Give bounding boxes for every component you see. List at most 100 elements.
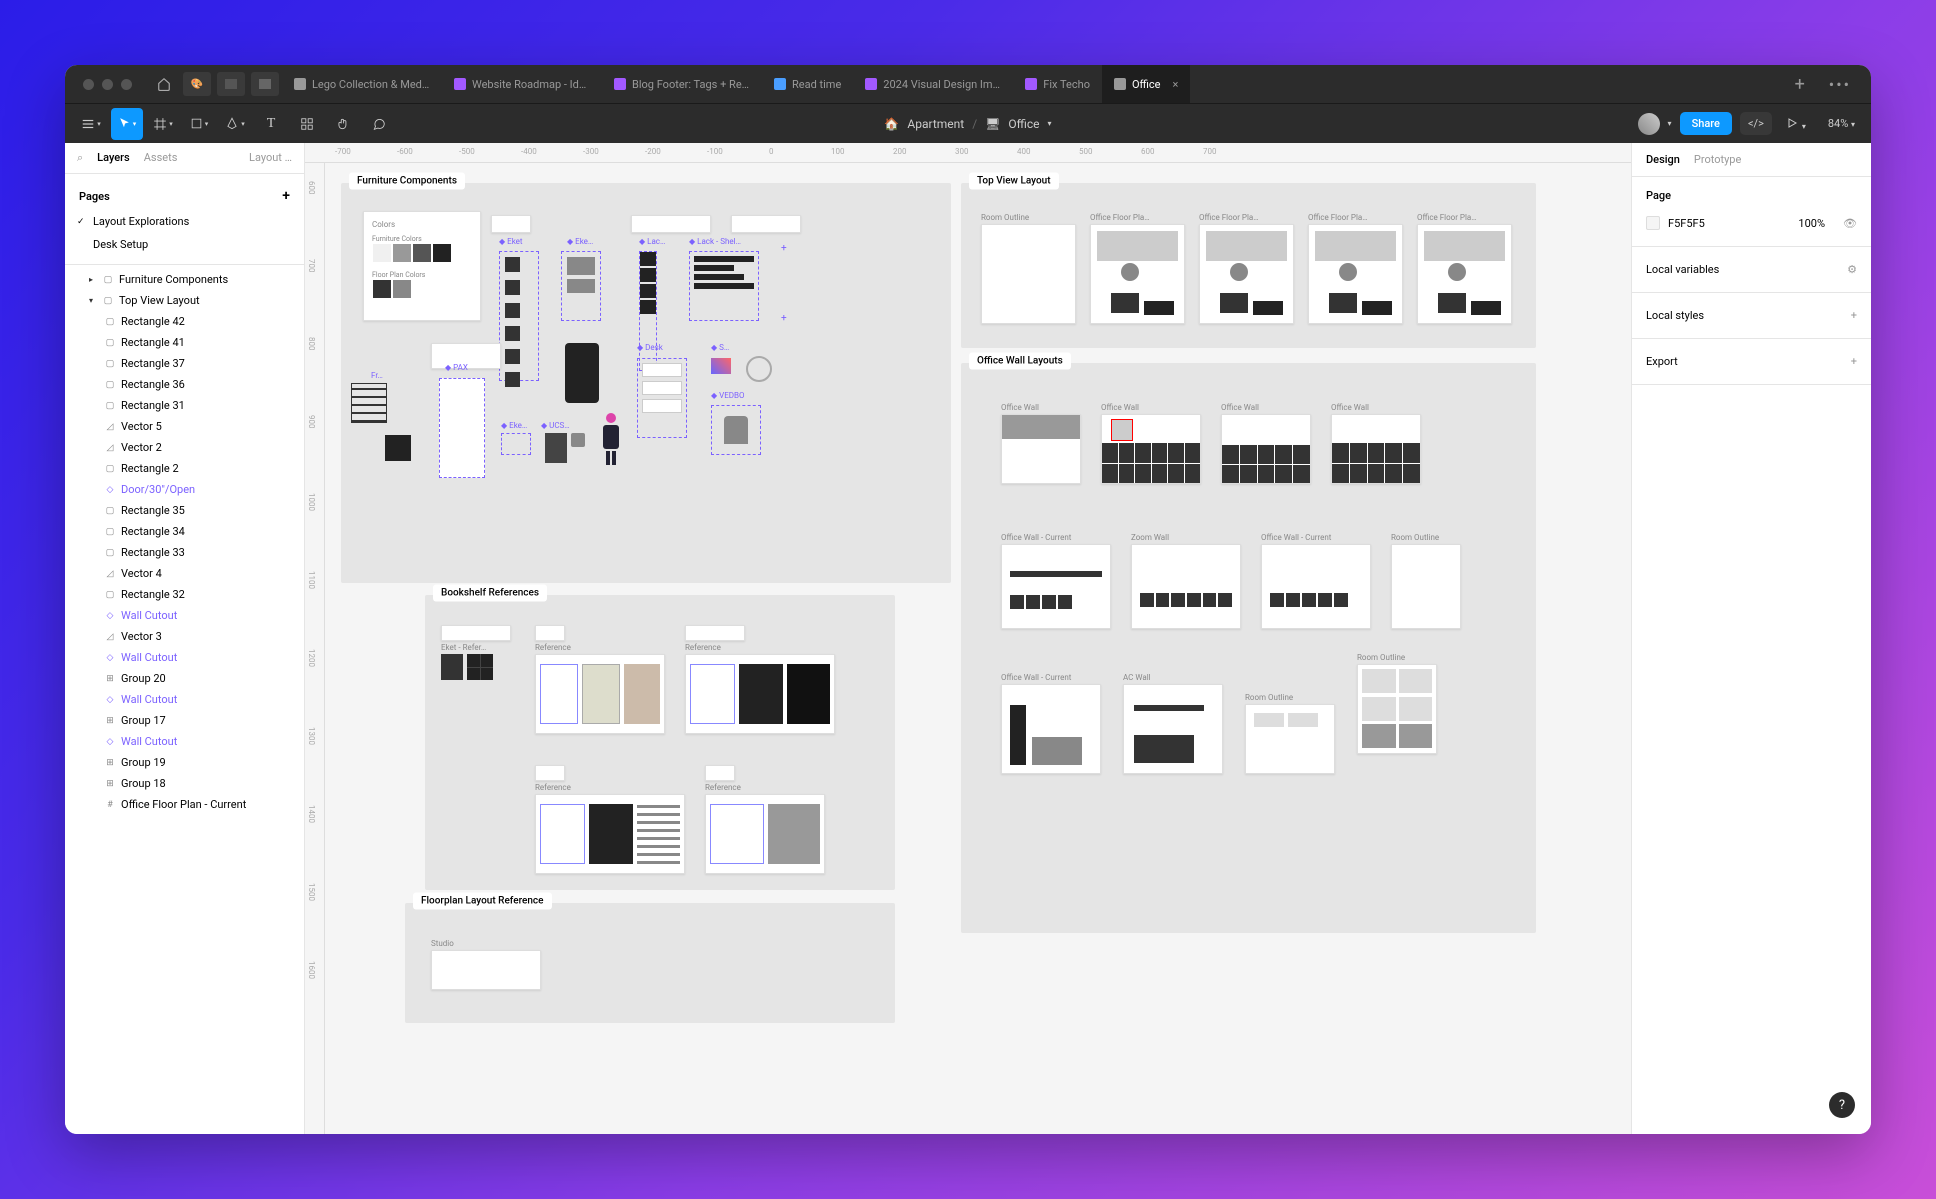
layer-item[interactable]: ◿Vector 5: [65, 416, 304, 437]
left-panel: ⌕ Layers Assets Layout … Pages + Layout …: [65, 143, 305, 1134]
layer-item[interactable]: ⊞Group 18: [65, 773, 304, 794]
comment-tool-button[interactable]: [363, 108, 395, 140]
project-name: Apartment: [907, 117, 964, 131]
layer-item[interactable]: ◇Door/30"/Open: [65, 479, 304, 500]
ruler-horizontal: -700-600-500-400-300-200-100010020030040…: [305, 143, 1631, 163]
assets-tab[interactable]: Assets: [144, 151, 178, 165]
layer-item[interactable]: ◿Vector 4: [65, 563, 304, 584]
tabbar: 🎨 Lego Collection & Media CardsWebsite R…: [65, 65, 1871, 103]
avatar[interactable]: [1638, 113, 1660, 135]
visibility-icon[interactable]: 👁: [1843, 217, 1857, 230]
shape-tool-button[interactable]: ▾: [183, 108, 215, 140]
recent-icon[interactable]: [217, 72, 245, 96]
section-furniture[interactable]: Furniture Components Colors Furniture Co…: [341, 183, 951, 583]
page-name: Office: [1008, 117, 1039, 131]
bg-opacity[interactable]: 100%: [1798, 217, 1825, 230]
layer-item[interactable]: ▢Rectangle 33: [65, 542, 304, 563]
page-selector[interactable]: Layout …: [249, 151, 292, 165]
add-page-button[interactable]: +: [282, 188, 290, 204]
layer-item[interactable]: ▸▢Furniture Components: [65, 269, 304, 290]
layer-item[interactable]: ◿Vector 2: [65, 437, 304, 458]
zoom-level[interactable]: 84% ▾: [1820, 117, 1863, 130]
canvas[interactable]: -700-600-500-400-300-200-100010020030040…: [305, 143, 1631, 1134]
layer-item[interactable]: ▢Rectangle 37: [65, 353, 304, 374]
layer-item[interactable]: ⊞Group 19: [65, 752, 304, 773]
tab[interactable]: Lego Collection & Media Cards: [282, 65, 442, 103]
main-menu-button[interactable]: ▾: [75, 108, 107, 140]
layer-item[interactable]: ◇Wall Cutout: [65, 689, 304, 710]
export-section[interactable]: Export: [1646, 355, 1678, 368]
tab[interactable]: Fix Techo: [1013, 65, 1102, 103]
text-tool-button[interactable]: T: [255, 108, 287, 140]
local-styles[interactable]: Local styles: [1646, 309, 1704, 322]
share-button[interactable]: Share: [1680, 112, 1732, 135]
tab[interactable]: Blog Footer: Tags + Related Article…: [602, 65, 762, 103]
page-item[interactable]: Layout Explorations: [65, 210, 304, 233]
layer-item[interactable]: ▢Rectangle 36: [65, 374, 304, 395]
panel-search-icon[interactable]: ⌕: [77, 151, 83, 165]
layer-item[interactable]: ⊞Group 20: [65, 668, 304, 689]
page-section-label: Page: [1646, 189, 1857, 202]
chevron-down-icon: ▾: [1048, 119, 1052, 128]
layer-item[interactable]: ◿Vector 3: [65, 626, 304, 647]
layer-item[interactable]: ▢Rectangle 31: [65, 395, 304, 416]
layer-item[interactable]: #Office Floor Plan - Current: [65, 794, 304, 815]
recent-icon[interactable]: [251, 72, 279, 96]
section-floorplan[interactable]: Floorplan Layout Reference Studio: [405, 903, 895, 1023]
tab-overflow-icon[interactable]: •••: [1817, 75, 1863, 94]
layer-item[interactable]: ▢Rectangle 35: [65, 500, 304, 521]
add-style-button[interactable]: +: [1851, 309, 1857, 322]
pages-label: Pages: [79, 190, 110, 203]
toolbar: ▾ ▾ ▾ ▾ ▾ T 🏠 Apartment / 🖥 Office ▾ ▾ S…: [65, 103, 1871, 143]
settings-icon[interactable]: ⚙: [1847, 263, 1857, 276]
layer-item[interactable]: ▢Rectangle 32: [65, 584, 304, 605]
layer-item[interactable]: ▢Rectangle 2: [65, 458, 304, 479]
move-tool-button[interactable]: ▾: [111, 108, 143, 140]
layer-item[interactable]: ▢Rectangle 42: [65, 311, 304, 332]
design-tab[interactable]: Design: [1646, 153, 1680, 166]
layers-tab[interactable]: Layers: [97, 151, 130, 165]
traffic-min-icon[interactable]: [102, 79, 113, 90]
page-item[interactable]: Desk Setup: [65, 233, 304, 256]
layers-list: ▸▢Furniture Components▾▢Top View Layout▢…: [65, 265, 304, 1134]
right-panel: Design Prototype Page F5F5F5 100% 👁 Loca…: [1631, 143, 1871, 1134]
traffic-lights: [73, 79, 142, 90]
local-variables[interactable]: Local variables: [1646, 263, 1719, 276]
recent-icon[interactable]: 🎨: [183, 72, 211, 96]
tab[interactable]: Read time: [762, 65, 853, 103]
tab[interactable]: Website Roadmap - Ideas, Feature…: [442, 65, 602, 103]
layer-item[interactable]: ◇Wall Cutout: [65, 731, 304, 752]
pen-tool-button[interactable]: ▾: [219, 108, 251, 140]
layer-item[interactable]: ▢Rectangle 34: [65, 521, 304, 542]
section-topview[interactable]: Top View Layout Room OutlineOffice Floor…: [961, 183, 1536, 348]
new-tab-button[interactable]: +: [1783, 74, 1817, 95]
chevron-down-icon[interactable]: ▾: [1668, 119, 1672, 128]
section-bookshelf[interactable]: Bookshelf References Eket - Refer… Refer…: [425, 595, 895, 890]
home-icon: 🏠: [884, 117, 899, 131]
layer-item[interactable]: ▾▢Top View Layout: [65, 290, 304, 311]
layer-item[interactable]: ◇Wall Cutout: [65, 647, 304, 668]
monitor-icon: 🖥: [985, 117, 1000, 131]
dev-mode-button[interactable]: </>: [1740, 112, 1772, 135]
frame-tool-button[interactable]: ▾: [147, 108, 179, 140]
preview-button[interactable]: ▾: [1780, 114, 1812, 133]
tab[interactable]: 2024 Visual Design Improvement…: [853, 65, 1013, 103]
traffic-close-icon[interactable]: [83, 79, 94, 90]
app-window: 🎨 Lego Collection & Media CardsWebsite R…: [65, 65, 1871, 1134]
bg-color-value[interactable]: F5F5F5: [1668, 217, 1705, 230]
hand-tool-button[interactable]: [327, 108, 359, 140]
bg-color-chip[interactable]: [1646, 216, 1660, 230]
traffic-max-icon[interactable]: [121, 79, 132, 90]
layer-item[interactable]: ▢Rectangle 41: [65, 332, 304, 353]
breadcrumb[interactable]: 🏠 Apartment / 🖥 Office ▾: [884, 117, 1051, 131]
prototype-tab[interactable]: Prototype: [1694, 153, 1741, 166]
tab[interactable]: Office×: [1102, 65, 1190, 103]
layer-item[interactable]: ◇Wall Cutout: [65, 605, 304, 626]
help-button[interactable]: ?: [1829, 1092, 1855, 1118]
ruler-vertical: 6007008009001000110012001300140015001600: [305, 163, 325, 1134]
add-export-button[interactable]: +: [1851, 355, 1857, 368]
resources-button[interactable]: [291, 108, 323, 140]
layer-item[interactable]: ⊞Group 17: [65, 710, 304, 731]
section-walls[interactable]: Office Wall Layouts Office Wall Office W…: [961, 363, 1536, 933]
home-button[interactable]: [148, 68, 180, 100]
